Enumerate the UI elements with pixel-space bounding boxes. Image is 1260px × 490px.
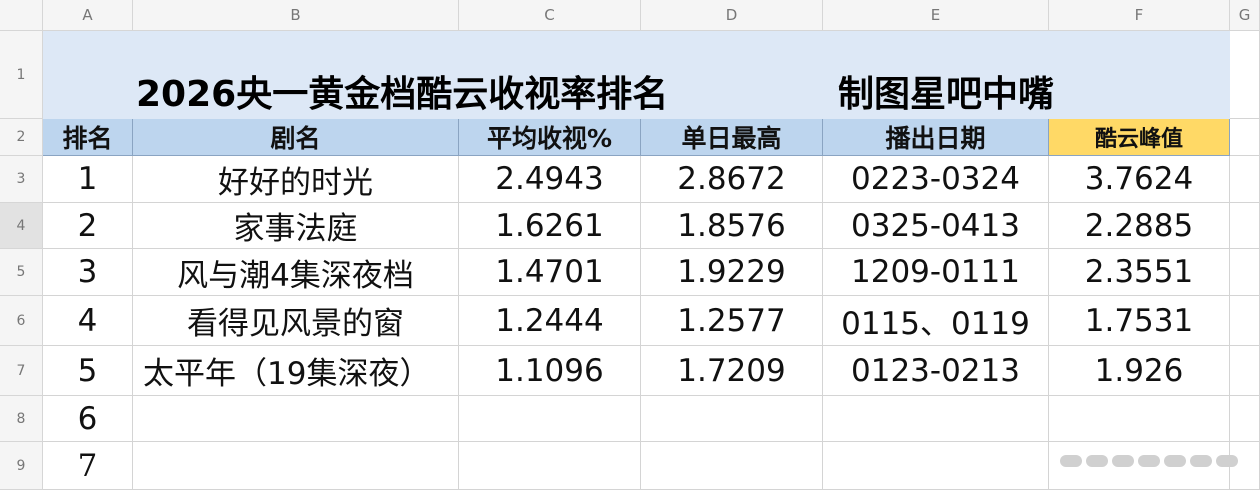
table-cell-dates[interactable]: 1209-0111 <box>823 249 1049 296</box>
cell-g4[interactable] <box>1230 203 1260 249</box>
watermark-mark <box>1138 455 1160 467</box>
row-header-5[interactable]: 5 <box>0 249 43 296</box>
table-cell-avg[interactable]: 1.2444 <box>459 296 641 346</box>
empty-cell[interactable] <box>641 396 823 442</box>
empty-cell[interactable] <box>823 396 1049 442</box>
empty-cell[interactable] <box>823 442 1049 490</box>
table-cell-drama[interactable]: 看得见风景的窗 <box>133 296 459 346</box>
table-cell-drama[interactable]: 太平年（19集深夜） <box>133 346 459 396</box>
column-header-g[interactable]: G <box>1230 0 1260 31</box>
table-cell-dates[interactable]: 0115、0119 <box>823 296 1049 346</box>
header-avg-rating[interactable]: 平均收视% <box>459 119 641 156</box>
empty-cell[interactable] <box>133 396 459 442</box>
table-cell-rank[interactable]: 5 <box>43 346 133 396</box>
table-cell-peak[interactable]: 2.8672 <box>641 156 823 203</box>
cell-g5[interactable] <box>1230 249 1260 296</box>
row-header-9[interactable]: 9 <box>0 442 43 490</box>
header-air-dates[interactable]: 播出日期 <box>823 119 1049 156</box>
row-header-6[interactable]: 6 <box>0 296 43 346</box>
table-cell-dates[interactable]: 0223-0324 <box>823 156 1049 203</box>
column-header-e[interactable]: E <box>823 0 1049 31</box>
table-cell-avg[interactable]: 1.1096 <box>459 346 641 396</box>
cell-g1[interactable] <box>1230 31 1260 119</box>
header-kuyun-peak[interactable]: 酷云峰值 <box>1049 119 1230 156</box>
header-daily-peak[interactable]: 单日最高 <box>641 119 823 156</box>
cell-g2[interactable] <box>1230 119 1260 156</box>
empty-cell[interactable] <box>133 442 459 490</box>
empty-cell[interactable] <box>641 442 823 490</box>
header-drama[interactable]: 剧名 <box>133 119 459 156</box>
table-cell-dates[interactable]: 0123-0213 <box>823 346 1049 396</box>
table-cell-drama[interactable]: 风与潮4集深夜档 <box>133 249 459 296</box>
table-cell-rank[interactable]: 3 <box>43 249 133 296</box>
watermark-mark <box>1060 455 1082 467</box>
table-cell-kuyun[interactable]: 3.7624 <box>1049 156 1230 203</box>
table-cell-peak[interactable]: 1.2577 <box>641 296 823 346</box>
table-cell-drama[interactable]: 好好的时光 <box>133 156 459 203</box>
empty-cell[interactable] <box>459 442 641 490</box>
cell-g8[interactable] <box>1230 396 1260 442</box>
spreadsheet: A B C D E F G 1 2 3 4 5 6 7 8 9 2026央一黄金… <box>0 0 1260 490</box>
column-header-b[interactable]: B <box>133 0 459 31</box>
row-header-3[interactable]: 3 <box>0 156 43 203</box>
cell-g6[interactable] <box>1230 296 1260 346</box>
table-cell-avg[interactable]: 2.4943 <box>459 156 641 203</box>
table-cell-peak[interactable]: 1.9229 <box>641 249 823 296</box>
table-cell-kuyun[interactable]: 1.926 <box>1049 346 1230 396</box>
table-cell-rank[interactable]: 6 <box>43 396 133 442</box>
table-cell-avg[interactable]: 1.6261 <box>459 203 641 249</box>
table-cell-rank[interactable]: 4 <box>43 296 133 346</box>
row-header-2[interactable]: 2 <box>0 119 43 156</box>
watermark-mark <box>1112 455 1134 467</box>
watermark-mark <box>1190 455 1212 467</box>
table-cell-rank[interactable]: 1 <box>43 156 133 203</box>
select-all-corner[interactable] <box>0 0 43 31</box>
row-header-4[interactable]: 4 <box>0 203 43 249</box>
table-cell-peak[interactable]: 1.8576 <box>641 203 823 249</box>
table-cell-kuyun[interactable]: 2.3551 <box>1049 249 1230 296</box>
watermark <box>1060 455 1238 469</box>
cell-g7[interactable] <box>1230 346 1260 396</box>
header-rank[interactable]: 排名 <box>43 119 133 156</box>
table-cell-dates[interactable]: 0325-0413 <box>823 203 1049 249</box>
table-cell-peak[interactable]: 1.7209 <box>641 346 823 396</box>
title-credit: 制图星吧中嘴 <box>838 74 1055 115</box>
empty-cell[interactable] <box>459 396 641 442</box>
cell-g3[interactable] <box>1230 156 1260 203</box>
table-cell-rank[interactable]: 7 <box>43 442 133 490</box>
row-header-1[interactable]: 1 <box>0 31 43 119</box>
row-header-7[interactable]: 7 <box>0 346 43 396</box>
table-cell-avg[interactable]: 1.4701 <box>459 249 641 296</box>
watermark-mark <box>1216 455 1238 467</box>
watermark-mark <box>1164 455 1186 467</box>
table-cell-kuyun[interactable]: 2.2885 <box>1049 203 1230 249</box>
column-header-c[interactable]: C <box>459 0 641 31</box>
table-cell-drama[interactable]: 家事法庭 <box>133 203 459 249</box>
watermark-mark <box>1086 455 1108 467</box>
row-header-8[interactable]: 8 <box>0 396 43 442</box>
column-header-f[interactable]: F <box>1049 0 1230 31</box>
column-header-a[interactable]: A <box>43 0 133 31</box>
table-cell-rank[interactable]: 2 <box>43 203 133 249</box>
column-header-d[interactable]: D <box>641 0 823 31</box>
empty-cell[interactable] <box>1049 396 1230 442</box>
page-title: 2026央一黄金档酷云收视率排名 <box>136 74 669 115</box>
table-cell-kuyun[interactable]: 1.7531 <box>1049 296 1230 346</box>
